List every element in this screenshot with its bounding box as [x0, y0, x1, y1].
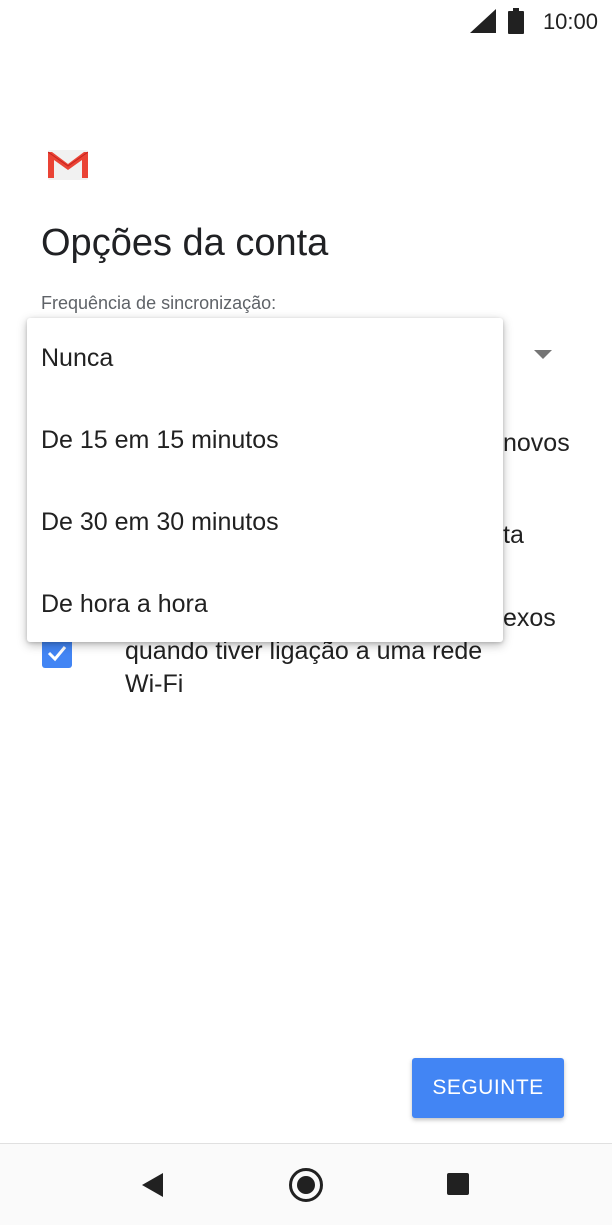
- gmail-logo-icon: [48, 150, 88, 180]
- menu-item-label: Nunca: [41, 344, 114, 372]
- sync-frequency-menu: Nunca De 15 em 15 minutos De 30 em 30 mi…: [27, 318, 503, 642]
- dropdown-arrow-icon[interactable]: [534, 350, 552, 359]
- download-option-text-3: Wi-Fi: [125, 670, 184, 698]
- status-time: 10:00: [542, 9, 598, 34]
- home-icon[interactable]: [289, 1168, 323, 1202]
- navigation-bar: [0, 1143, 612, 1225]
- notify-option-text: novos: [503, 429, 570, 457]
- next-button[interactable]: SEGUINTE: [412, 1058, 564, 1118]
- menu-item-30-min[interactable]: De 30 em 30 minutos: [27, 482, 503, 564]
- back-icon[interactable]: [142, 1173, 163, 1197]
- menu-item-label: De 30 em 30 minutos: [41, 508, 279, 536]
- download-option-text-1: exos: [503, 604, 556, 632]
- menu-item-label: De 15 em 15 minutos: [41, 426, 279, 454]
- signal-icon: [470, 9, 496, 33]
- sync-frequency-label: Frequência de sincronização:: [41, 293, 277, 313]
- battery-icon: [508, 8, 524, 34]
- sync-option-text: ta: [503, 521, 524, 549]
- menu-item-never[interactable]: Nunca: [27, 318, 503, 400]
- page-title: Opções da conta: [41, 222, 329, 264]
- recents-icon[interactable]: [447, 1173, 469, 1195]
- menu-item-15-min[interactable]: De 15 em 15 minutos: [27, 400, 503, 482]
- status-bar: 10:00: [0, 0, 612, 44]
- menu-item-label: De hora a hora: [41, 590, 208, 618]
- menu-item-hourly[interactable]: De hora a hora: [27, 564, 503, 646]
